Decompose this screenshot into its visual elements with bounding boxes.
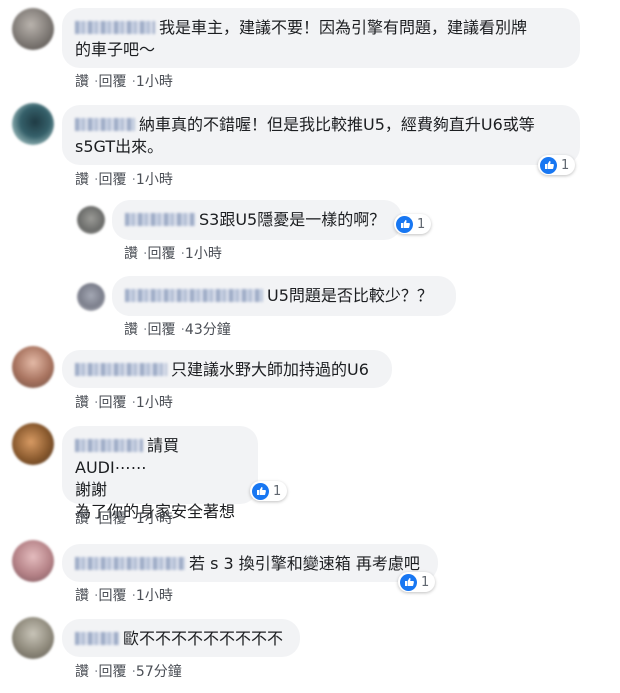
comment-time[interactable]: 1小時	[136, 511, 173, 527]
commenter-name[interactable]	[75, 363, 167, 376]
like-link[interactable]: 讚	[124, 246, 138, 262]
commenter-name[interactable]	[75, 439, 143, 452]
comment-actions: 讚 ·回覆 ·1小時	[75, 74, 173, 90]
reply-bubble: U5問題是否比較少？？	[112, 276, 456, 316]
like-icon	[540, 156, 557, 174]
reply-link[interactable]: 回覆	[98, 588, 126, 604]
like-link[interactable]: 讚	[75, 74, 89, 90]
commenter-name[interactable]	[75, 632, 119, 645]
comment-time[interactable]: 1小時	[136, 172, 173, 188]
avatar[interactable]	[12, 423, 54, 465]
avatar[interactable]	[12, 540, 54, 582]
reply-actions: 讚 ·回覆 ·43分鐘	[124, 322, 231, 338]
comment-text: 若 s 3 換引擎和變速箱 再考慮吧	[189, 554, 420, 573]
reply-bubble: S3跟U5隱憂是一樣的啊？	[112, 200, 402, 240]
reply-link[interactable]: 回覆	[98, 395, 126, 411]
comment-text: 納車真的不錯喔！但是我比較推U5，經費夠直升U6或等 s5GT出來。	[75, 115, 535, 156]
reply-actions: 讚 ·回覆 ·1小時	[124, 246, 222, 262]
reaction-count[interactable]: 1	[250, 481, 288, 501]
like-link[interactable]: 讚	[75, 172, 89, 188]
avatar[interactable]	[77, 206, 105, 234]
comment-bubble: 若 s 3 換引擎和變速箱 再考慮吧	[62, 544, 438, 582]
reply-link[interactable]: 回覆	[98, 664, 126, 680]
commenter-name[interactable]	[75, 21, 155, 34]
commenter-name[interactable]	[125, 213, 195, 226]
avatar[interactable]	[77, 283, 105, 311]
reply-link[interactable]: 回覆	[98, 172, 126, 188]
reply-link[interactable]: 回覆	[147, 322, 175, 338]
comment-actions: 讚 ·回覆 ·1小時	[75, 588, 173, 604]
comment-actions: 讚 ·回覆 ·57分鐘	[75, 664, 182, 680]
reply-link[interactable]: 回覆	[98, 511, 126, 527]
comment-time[interactable]: 43分鐘	[185, 322, 231, 338]
like-link[interactable]: 讚	[124, 322, 138, 338]
commenter-name[interactable]	[125, 289, 263, 302]
like-link[interactable]: 讚	[75, 588, 89, 604]
like-icon	[252, 482, 269, 500]
comment-time[interactable]: 1小時	[136, 588, 173, 604]
reaction-count[interactable]: 1	[538, 155, 576, 175]
commenter-name[interactable]	[75, 557, 185, 570]
comment-actions: 讚 ·回覆 ·1小時	[75, 172, 173, 188]
reply-text: U5問題是否比較少？？	[267, 286, 433, 305]
reply-text: S3跟U5隱憂是一樣的啊？	[199, 210, 386, 229]
comment-bubble: 歐不不不不不不不不不	[62, 619, 300, 657]
comment-actions: 讚 ·回覆 ·1小時	[75, 511, 173, 527]
comment-time[interactable]: 1小時	[136, 395, 173, 411]
reply-link[interactable]: 回覆	[98, 74, 126, 90]
like-icon	[400, 573, 417, 591]
avatar[interactable]	[12, 103, 54, 145]
comment-text: 歐不不不不不不不不不	[123, 629, 284, 648]
like-link[interactable]: 讚	[75, 395, 89, 411]
reaction-count[interactable]: 1	[398, 572, 436, 592]
avatar[interactable]	[12, 346, 54, 388]
like-link[interactable]: 讚	[75, 511, 89, 527]
comment-bubble: 我是車主，建議不要！因為引擎有問題，建議看別牌 的車子吧～	[62, 8, 580, 68]
like-icon	[396, 215, 413, 233]
avatar[interactable]	[12, 617, 54, 659]
commenter-name[interactable]	[75, 118, 135, 131]
comment-time[interactable]: 1小時	[136, 74, 173, 90]
comment-actions: 讚 ·回覆 ·1小時	[75, 395, 173, 411]
comment-time[interactable]: 57分鐘	[136, 664, 182, 680]
comment-text: 只建議水野大師加持過的U6	[171, 360, 369, 379]
comment-bubble: 納車真的不錯喔！但是我比較推U5，經費夠直升U6或等 s5GT出來。	[62, 105, 580, 165]
avatar[interactable]	[12, 8, 54, 50]
comment-time[interactable]: 1小時	[185, 246, 222, 262]
comment-bubble: 請買AUDI⋯⋯ 謝謝 為了你的身家安全著想	[62, 426, 258, 521]
comment-bubble: 只建議水野大師加持過的U6	[62, 350, 392, 388]
like-link[interactable]: 讚	[75, 664, 89, 680]
reply-link[interactable]: 回覆	[147, 246, 175, 262]
reaction-count[interactable]: 1	[394, 214, 432, 234]
